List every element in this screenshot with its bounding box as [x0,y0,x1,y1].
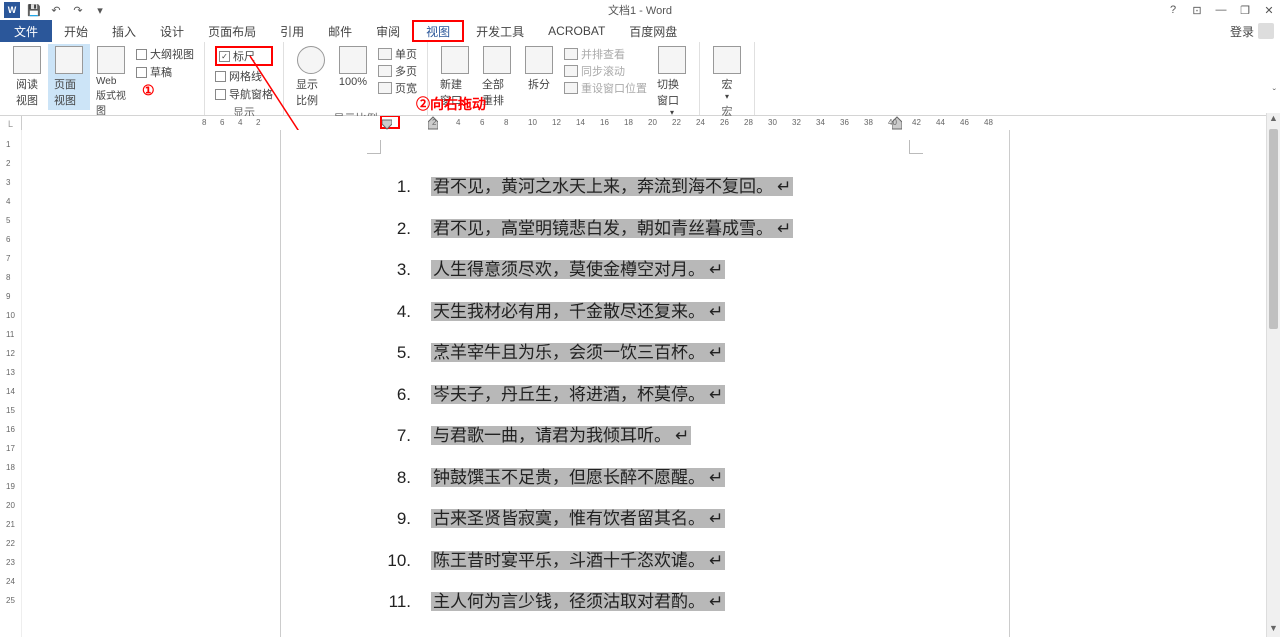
new-window-button[interactable]: 新建窗口 [434,44,476,110]
multi-page-icon [378,65,392,77]
scroll-up-button[interactable]: ▲ [1267,113,1280,127]
login-label: 登录 [1230,23,1254,40]
print-layout-icon [55,46,83,74]
login-area[interactable]: 登录 [1230,20,1274,42]
read-mode-icon [13,46,41,74]
side-by-side-icon [564,48,578,60]
new-window-icon [441,46,469,74]
split-button[interactable]: 拆分 [518,44,560,94]
collapse-ribbon-button[interactable]: ˇ [1273,88,1276,99]
vertical-scrollbar[interactable]: ▲ ▼ [1266,113,1280,637]
group-window: 新建窗口 全部重排 拆分 并排查看 同步滚动 重设窗口位置 切换窗口▾ 窗口 [428,42,700,115]
ribbon-display-options[interactable]: ⊡ [1190,4,1204,17]
sync-scroll-button: 同步滚动 [564,63,647,79]
group-views: 阅读 视图 页面视图 Web 版式视图 大纲视图 草稿 ① 视图 [0,42,205,115]
group-macro: 宏▾ 宏 [700,42,755,115]
print-layout-button[interactable]: 页面视图 [48,44,90,110]
avatar-icon [1258,23,1274,39]
arrange-all-icon [483,46,511,74]
ribbon-tabs: 文件 开始插入设计页面布局引用邮件审阅视图开发工具ACROBAT百度网盘 登录 [0,20,1280,42]
ribbon: 阅读 视图 页面视图 Web 版式视图 大纲视图 草稿 ① 视图 ✓标尺 网格线 [0,42,1280,116]
tab-视图[interactable]: 视图 [412,20,464,42]
read-mode-button[interactable]: 阅读 视图 [6,44,48,110]
list-item[interactable]: 2.君不见，高堂明镜悲白发，朝如青丝暮成雪。↵ [381,216,959,242]
page: 1.君不见，黄河之水天上来，奔流到海不复回。↵ 2.君不见，高堂明镜悲白发，朝如青… [280,130,1010,637]
help-button[interactable]: ? [1166,4,1180,16]
split-icon [525,46,553,74]
view-side-by-side-button[interactable]: 并排查看 [564,46,647,62]
word-app-icon: W [4,2,20,18]
tab-审阅[interactable]: 审阅 [364,20,412,42]
tab-插入[interactable]: 插入 [100,20,148,42]
undo-icon[interactable]: ↶ [48,2,64,18]
zoom-100-button[interactable]: 100% [332,44,374,90]
window-title: 文档1 - Word [608,2,672,18]
one-page-icon [378,48,392,60]
ruler-checkbox[interactable]: ✓标尺 [215,46,273,66]
list-item[interactable]: 11.主人何为言少钱，径须沽取对君酌。↵ [381,589,959,615]
qat-customize-icon[interactable]: ▾ [92,2,108,18]
list-item[interactable]: 7.与君歌一曲，请君为我倾耳听。↵ [381,423,959,449]
ruler-corner: L [0,116,22,131]
list-item[interactable]: 1.君不见，黄河之水天上来，奔流到海不复回。↵ [381,174,959,200]
minimize-button[interactable]: — [1214,4,1228,16]
list-item[interactable]: 9.古来圣贤皆寂寞，惟有饮者留其名。↵ [381,506,959,532]
tab-引用[interactable]: 引用 [268,20,316,42]
gridlines-checkbox[interactable]: 网格线 [215,68,273,84]
tab-file[interactable]: 文件 [0,20,52,42]
first-line-indent-marker[interactable] [382,116,392,130]
margin-corner-tr [909,140,923,154]
list-item[interactable]: 6.岑夫子，丹丘生，将进酒，杯莫停。↵ [381,382,959,408]
macros-button[interactable]: 宏▾ [706,44,748,103]
zoom-button[interactable]: 显示比例 [290,44,332,110]
tab-页面布局[interactable]: 页面布局 [196,20,268,42]
one-page-button[interactable]: 单页 [378,46,417,62]
web-layout-button[interactable]: Web 版式视图 [90,44,132,119]
scroll-down-button[interactable]: ▼ [1267,623,1280,637]
macros-icon [713,46,741,74]
draft-view-checkbox[interactable]: 草稿 [136,64,194,80]
margin-corner-tl [367,140,381,154]
restore-button[interactable]: ❐ [1238,4,1252,17]
scroll-thumb[interactable] [1269,129,1278,329]
quick-access-toolbar: W 💾 ↶ ↷ ▾ [0,2,108,18]
outline-view-checkbox[interactable]: 大纲视图 [136,46,194,62]
web-layout-icon [97,46,125,74]
reset-window-button: 重设窗口位置 [564,80,647,96]
list-item[interactable]: 5.烹羊宰牛且为乐，会须一饮三百杯。↵ [381,340,959,366]
annotation-step-1: ① [142,82,194,99]
group-zoom: 显示比例 100% 单页 多页 页宽 显示比例 [284,42,428,115]
document-area: 1234567891011121314151617181920212223242… [0,130,1266,637]
list-item[interactable]: 3.人生得意须尽欢，莫使金樽空对月。↵ [381,257,959,283]
tab-开发工具[interactable]: 开发工具 [464,20,536,42]
zoom-icon [297,46,325,74]
tab-邮件[interactable]: 邮件 [316,20,364,42]
vertical-ruler[interactable]: 1234567891011121314151617181920212223242… [0,130,22,637]
tab-ACROBAT[interactable]: ACROBAT [536,20,617,42]
multi-page-button[interactable]: 多页 [378,63,417,79]
tab-开始[interactable]: 开始 [52,20,100,42]
switch-window-icon [658,46,686,74]
nav-pane-checkbox[interactable]: 导航窗格 [215,86,273,102]
list-item[interactable]: 10.陈王昔时宴平乐，斗酒十千恣欢谑。↵ [381,548,959,574]
group-show: ✓标尺 网格线 导航窗格 显示 [205,42,284,115]
title-bar: W 💾 ↶ ↷ ▾ 文档1 - Word ? ⊡ — ❐ ✕ [0,0,1280,20]
list-item[interactable]: 8.钟鼓馔玉不足贵，但愿长醉不愿醒。↵ [381,465,959,491]
close-button[interactable]: ✕ [1262,4,1276,17]
tab-设计[interactable]: 设计 [148,20,196,42]
redo-icon[interactable]: ↷ [70,2,86,18]
list-item[interactable]: 4.天生我材必有用，千金散尽还复来。↵ [381,299,959,325]
zoom-100-icon [339,46,367,74]
page-width-button[interactable]: 页宽 [378,80,417,96]
save-icon[interactable]: 💾 [26,2,42,18]
page-width-icon [378,82,392,94]
tab-百度网盘[interactable]: 百度网盘 [617,20,689,42]
reset-window-icon [564,82,578,94]
page-container[interactable]: 1.君不见，黄河之水天上来，奔流到海不复回。↵ 2.君不见，高堂明镜悲白发，朝如青… [22,130,1266,637]
sync-scroll-icon [564,65,578,77]
arrange-all-button[interactable]: 全部重排 [476,44,518,110]
switch-window-button[interactable]: 切换窗口▾ [651,44,693,119]
window-controls: ? ⊡ — ❐ ✕ [1166,4,1276,17]
